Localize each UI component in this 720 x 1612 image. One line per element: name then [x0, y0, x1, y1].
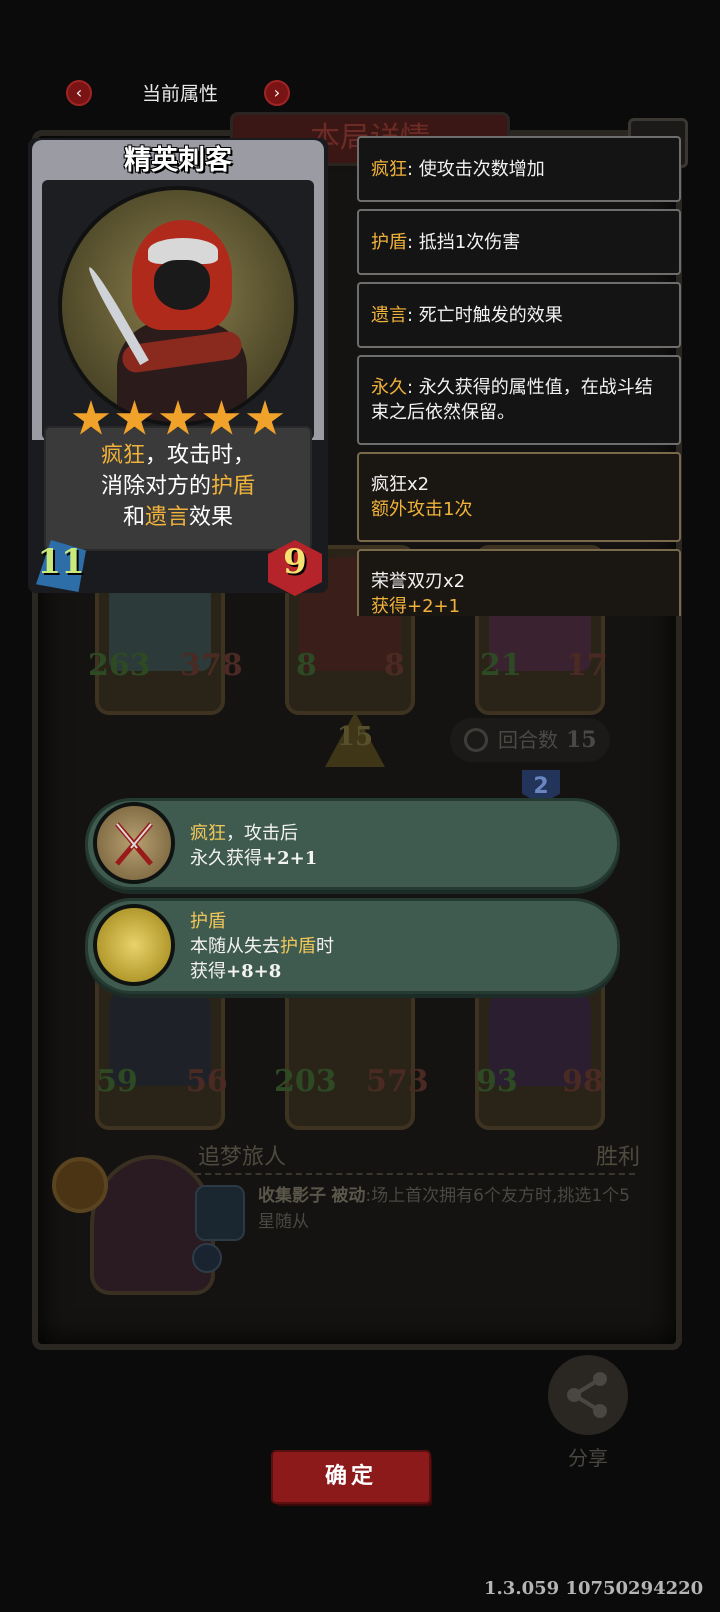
minion-attack: 59 — [96, 1064, 138, 1099]
portrait-mask — [154, 260, 210, 310]
turn-arrow-value: 15 — [336, 722, 374, 752]
round-label: 回合数 — [498, 728, 558, 752]
keyword-name: 护盾 — [371, 232, 407, 253]
minion-health: 98 — [562, 1064, 604, 1099]
minion-attack: 93 — [476, 1064, 518, 1099]
keyword-item: 护盾: 抵挡1次伤害 — [357, 209, 681, 275]
enchant-popup-frenzy: 疯狂，攻击后 永久获得+2+1 — [85, 798, 620, 890]
opponent-name: 追梦旅人 — [198, 1145, 287, 1170]
popup-text: 护盾 本随从失去护盾时 获得+8+8 — [190, 909, 334, 984]
star-rating — [72, 400, 284, 438]
match-result: 胜利 — [595, 1145, 640, 1170]
buff-item: 荣誉双刃x2 获得+2+1 — [357, 549, 681, 616]
star-icon — [159, 400, 197, 435]
keyword-item: 疯狂: 使攻击次数增加 — [357, 136, 681, 202]
minion-health: 573 — [366, 1064, 429, 1099]
sword-icon — [192, 1243, 222, 1273]
hero-skill-icon[interactable] — [195, 1185, 245, 1241]
minion-health: 56 — [186, 1064, 228, 1099]
hero-skill-type: 被动 — [331, 1186, 366, 1206]
next-arrow-icon[interactable]: › — [264, 80, 290, 106]
card-health: 9 — [283, 542, 307, 582]
keyword-deathrattle: 遗言 — [144, 505, 189, 530]
divider — [195, 1173, 635, 1175]
buff-title: 荣誉双刃x2 — [371, 571, 466, 592]
popup-value: +2+1 — [262, 848, 318, 869]
desc-text: ，攻击时， — [145, 443, 256, 468]
buff-desc: 获得+2+1 — [371, 596, 461, 616]
refresh-icon — [464, 728, 488, 752]
share-icon[interactable] — [548, 1355, 628, 1435]
buff-desc: 额外攻击1次 — [371, 499, 473, 520]
popup-line: ，攻击后 — [226, 823, 298, 844]
keyword-name: 疯狂 — [371, 159, 407, 180]
star-icon — [116, 400, 153, 435]
keyword-desc: : 死亡时触发的效果 — [407, 305, 563, 326]
confirm-button[interactable]: 确定 — [273, 1452, 429, 1502]
keyword-frenzy: 疯狂 — [190, 823, 226, 844]
popup-line: 时 — [316, 936, 334, 957]
star-icon — [72, 400, 110, 435]
hero-skill-text: 收集影子 被动:场上首次拥有6个友方时,挑选1个5星随从 — [258, 1183, 638, 1235]
keyword-shield: 护盾 — [280, 936, 316, 957]
keyword-item: 永久: 永久获得的属性值，在战斗结束之后依然保留。 — [357, 355, 681, 445]
minion-health: 17 — [566, 648, 608, 683]
popup-line: 本随从失去 — [190, 936, 280, 957]
minion-attack: 203 — [274, 1064, 337, 1099]
assassin-portrait — [58, 186, 298, 426]
keyword-shield: 护盾 — [190, 911, 226, 932]
star-icon — [203, 400, 240, 435]
medal-icon — [52, 1157, 108, 1213]
minion-health: 8 — [384, 648, 405, 683]
keyword-desc: : 永久获得的属性值，在战斗结束之后依然保留。 — [371, 377, 653, 423]
popup-line: 获得 — [190, 961, 226, 982]
share-label: 分享 — [568, 1446, 608, 1470]
keyword-shield: 护盾 — [211, 474, 256, 499]
keyword-name: 遗言 — [371, 305, 407, 326]
star-icon — [246, 400, 284, 435]
desc-text: 效果 — [189, 505, 234, 530]
prev-arrow-icon[interactable]: ‹ — [66, 80, 92, 106]
minion-card: 精英刺客 疯狂，攻击时， 消除对方的护盾 和遗言效果 11 9 — [28, 138, 328, 596]
keyword-frenzy: 疯狂 — [100, 443, 145, 468]
round-value: 15 — [566, 727, 597, 753]
crossed-daggers-icon — [93, 802, 175, 884]
minion-attack: 21 — [480, 648, 522, 683]
keyword-name: 永久 — [371, 377, 407, 398]
keyword-desc: : 抵挡1次伤害 — [407, 232, 521, 253]
round-counter: 回合数 15 — [450, 718, 610, 762]
hero-skill-name: 收集影子 — [258, 1186, 326, 1206]
minion-attack: 263 — [88, 648, 151, 683]
card-description: 疯狂，攻击时， 消除对方的护盾 和遗言效果 — [44, 440, 312, 533]
popup-text: 疯狂，攻击后 永久获得+2+1 — [190, 821, 317, 871]
keyword-desc: : 使攻击次数增加 — [407, 159, 545, 180]
moon-icon — [93, 904, 175, 986]
keyword-list[interactable]: 疯狂: 使攻击次数增加 护盾: 抵挡1次伤害 遗言: 死亡时触发的效果 永久: … — [357, 136, 681, 616]
minion-health: 378 — [180, 648, 243, 683]
popup-value: +8+8 — [226, 961, 282, 982]
desc-text: 消除对方的 — [100, 474, 211, 499]
keyword-item: 遗言: 死亡时触发的效果 — [357, 282, 681, 348]
buff-item: 疯狂x2 额外攻击1次 — [357, 452, 681, 542]
enchant-popup-shield: 护盾 本随从失去护盾时 获得+8+8 — [85, 898, 620, 994]
attributes-title: 当前属性 — [141, 83, 218, 105]
desc-text: 和 — [122, 505, 145, 530]
minion-attack: 8 — [296, 648, 317, 683]
version-text: 1.3.059 10750294220 — [484, 1578, 704, 1599]
opponent-panel: 追梦旅人 胜利 收集影子 被动:场上首次拥有6个友方时,挑选1个5星随从 — [52, 1135, 650, 1295]
card-attack: 11 — [37, 542, 85, 582]
buff-title: 疯狂x2 — [371, 474, 430, 495]
card-name: 精英刺客 — [124, 145, 232, 176]
popup-line: 永久获得 — [190, 848, 262, 869]
